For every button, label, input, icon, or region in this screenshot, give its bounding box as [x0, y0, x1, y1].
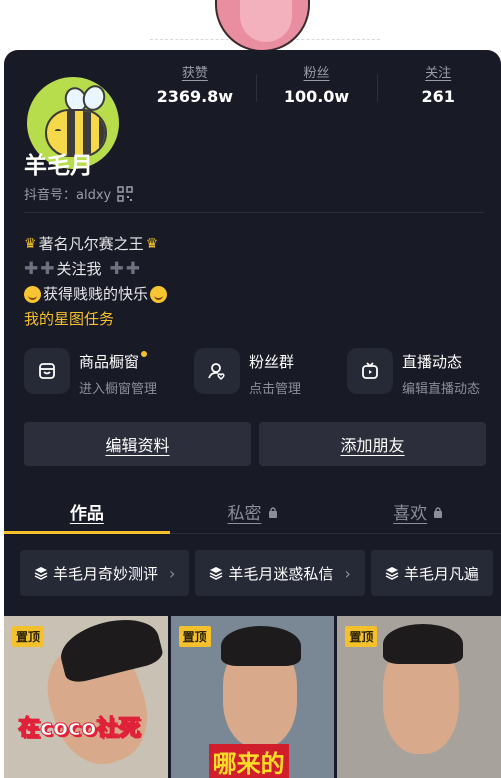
divider — [24, 212, 484, 213]
stat-value: 261 — [421, 87, 455, 106]
feature-title: 粉丝群 — [249, 353, 295, 371]
content-tabs: 作品 私密 喜欢 — [4, 490, 501, 534]
qr-code-icon[interactable] — [117, 185, 133, 202]
crown-icon: ♛ — [145, 236, 159, 252]
add-friend-button[interactable]: 添加朋友 — [259, 422, 486, 466]
profile-bio: ♛ 著名凡尔赛之王 ♛ ✚ ✚ 关注我 ✚ ✚ 获得贱贱的快乐 我的星图任务 — [24, 232, 168, 332]
stat-likes[interactable]: 获赞 2369.8w — [134, 62, 256, 112]
feature-subtitle: 编辑直播动态 — [402, 382, 481, 397]
tab-private[interactable]: 私密 — [170, 490, 336, 533]
collection-item[interactable]: 羊毛月凡遍 — [370, 550, 493, 596]
live-tv-icon — [347, 348, 393, 394]
lock-icon — [434, 506, 443, 518]
collection-label: 羊毛月迷惑私信 — [228, 564, 334, 583]
stat-value: 2369.8w — [156, 87, 234, 106]
crown-icon: ♛ — [24, 236, 37, 252]
video-thumbnail[interactable]: 置顶 — [337, 616, 501, 778]
douyin-id-text: 抖音号：aldxy — [24, 188, 112, 203]
profile-actions: 编辑资料 添加朋友 — [24, 422, 486, 466]
stat-value: 100.0w — [283, 87, 350, 106]
stat-label: 粉丝 — [303, 66, 330, 81]
tab-works[interactable]: 作品 — [4, 490, 170, 534]
feature-live[interactable]: 直播动态 编辑直播动态 — [347, 348, 497, 397]
tab-likes[interactable]: 喜欢 — [335, 490, 501, 533]
douyin-id: 抖音号：aldxy — [24, 184, 133, 203]
bio-line-1: 著名凡尔赛之王 — [38, 235, 144, 253]
feature-storefront[interactable]: 商品橱窗 进入橱窗管理 — [24, 348, 194, 397]
plus-icon: ✚ — [109, 259, 124, 279]
collection-item[interactable]: 羊毛月奇妙测评 › — [20, 550, 190, 596]
stack-icon — [385, 567, 399, 580]
tab-label: 私密 — [227, 504, 262, 524]
storefront-icon — [24, 348, 70, 394]
stat-label: 关注 — [425, 66, 452, 81]
grin-face-icon — [150, 286, 168, 303]
profile-name: 羊毛月 — [24, 153, 93, 179]
stack-icon — [210, 567, 223, 580]
lock-icon — [268, 506, 277, 518]
grin-face-icon — [24, 286, 41, 303]
video-thumbnail[interactable]: 置顶 哪来的 — [170, 616, 335, 778]
feature-shortcuts: 商品橱窗 进入橱窗管理 粉丝群 点击管理 直播动态 编辑直播动态 — [24, 348, 501, 397]
collection-item[interactable]: 羊毛月迷惑私信 › — [195, 550, 365, 596]
chevron-right-icon: › — [344, 563, 351, 583]
plus-icon: ✚ — [125, 259, 141, 279]
collection-list: 羊毛月奇妙测评 › 羊毛月迷惑私信 › 羊毛月凡遍 — [20, 550, 501, 598]
profile-card: 获赞 2369.8w 粉丝 100.0w 关注 261 羊毛月 抖音号：aldx… — [4, 50, 501, 778]
plus-icon: ✚ — [24, 259, 39, 279]
pinned-badge: 置顶 — [345, 626, 378, 647]
tab-label: 喜欢 — [393, 504, 428, 524]
feature-title: 直播动态 — [402, 353, 463, 371]
feature-fan-group[interactable]: 粉丝群 点击管理 — [194, 348, 347, 397]
feature-subtitle: 点击管理 — [249, 382, 302, 397]
bio-line-3: 获得贱贱的快乐 — [43, 285, 149, 303]
collection-label: 羊毛月凡遍 — [403, 564, 479, 583]
stat-label: 获赞 — [181, 66, 208, 81]
pinned-badge: 置顶 — [178, 626, 211, 647]
notification-dot — [141, 351, 148, 357]
stat-followers[interactable]: 粉丝 100.0w — [255, 62, 378, 112]
star-map-task-link[interactable]: 我的星图任务 — [24, 307, 114, 332]
plus-icon: ✚ — [40, 259, 55, 279]
chevron-right-icon: › — [169, 563, 176, 583]
edit-profile-button[interactable]: 编辑资料 — [24, 422, 251, 466]
fan-group-icon — [194, 348, 240, 394]
stat-following[interactable]: 关注 261 — [377, 62, 499, 112]
video-thumbnail[interactable]: 置顶 在coco社死 — [4, 616, 168, 778]
collection-label: 羊毛月奇妙测评 — [53, 564, 159, 583]
bio-line-2: 关注我 — [56, 260, 102, 278]
pinned-badge: 置顶 — [12, 626, 45, 647]
feature-subtitle: 进入橱窗管理 — [79, 382, 158, 397]
feature-title: 商品橱窗 — [79, 353, 140, 371]
video-grid: 置顶 在coco社死 置顶 哪来的 置顶 — [4, 616, 501, 778]
profile-stats: 获赞 2369.8w 粉丝 100.0w 关注 261 — [134, 62, 499, 112]
stack-icon — [34, 567, 48, 580]
video-caption: 哪来的 — [208, 744, 289, 778]
video-caption: 在coco社死 — [17, 716, 141, 742]
tab-label: 作品 — [69, 504, 104, 524]
